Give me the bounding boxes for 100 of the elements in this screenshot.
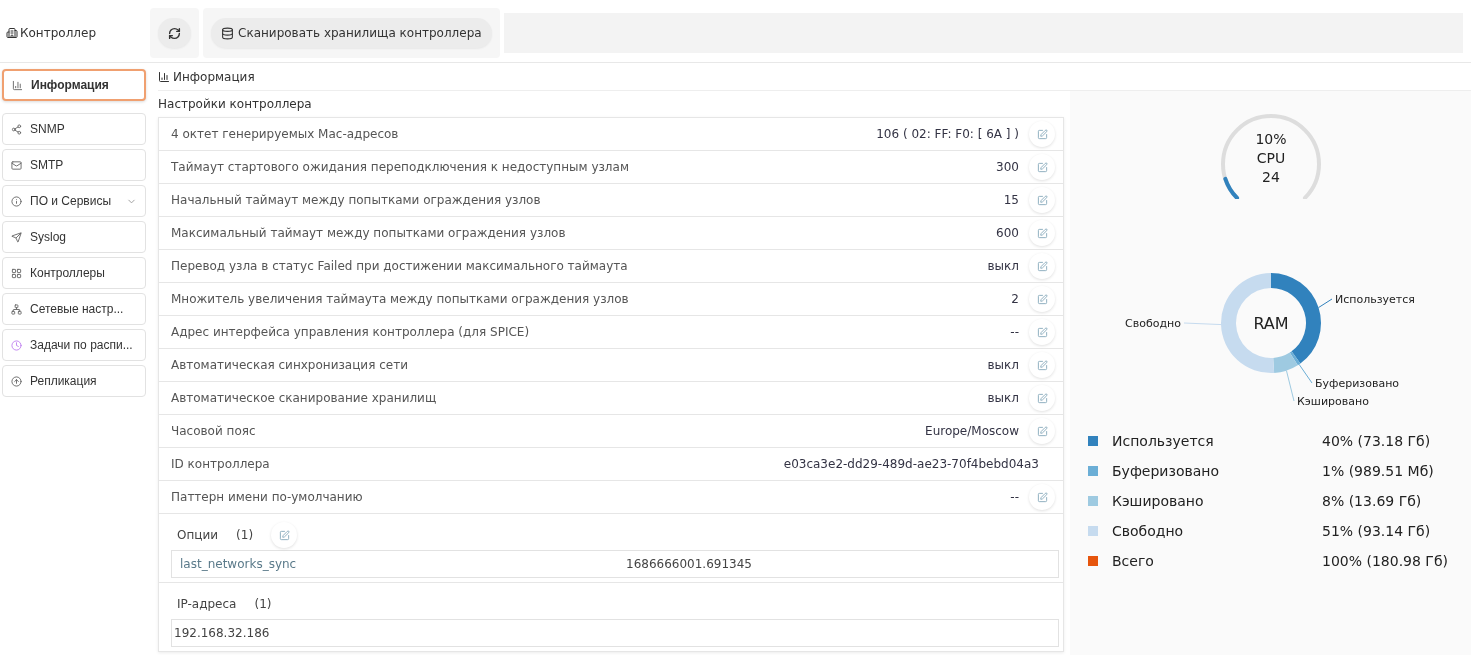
setting-label: Автоматическая синхронизация сети bbox=[171, 358, 409, 372]
refresh-button[interactable] bbox=[158, 18, 191, 48]
refresh-icon bbox=[168, 26, 181, 40]
legend-label: Буферизовано bbox=[1112, 463, 1221, 479]
building-icon bbox=[6, 27, 18, 39]
envelope-icon bbox=[11, 159, 22, 171]
setting-label: Адрес интерфейса управления контроллера (для SPICE) bbox=[171, 325, 531, 339]
sidebar-item[interactable]: Информация bbox=[2, 69, 146, 101]
setting-label: Перевод узла в статус Failed при достижении максимального таймаута bbox=[171, 259, 629, 273]
setting-value: выкл bbox=[987, 358, 1019, 372]
bar-chart-icon bbox=[158, 70, 170, 83]
cpu-label: CPU bbox=[1256, 150, 1285, 166]
options-title: Опции bbox=[177, 528, 219, 542]
edit-button[interactable] bbox=[1029, 121, 1055, 147]
edit-icon bbox=[1036, 392, 1048, 404]
bar-chart-icon bbox=[12, 79, 23, 91]
leader-line bbox=[1317, 298, 1332, 309]
edit-icon bbox=[1036, 194, 1048, 206]
setting-label: Автоматическое сканирование хранилищ bbox=[171, 391, 438, 405]
edit-icon bbox=[1036, 128, 1048, 140]
info-icon bbox=[11, 195, 22, 207]
setting-label: Часовой пояс bbox=[171, 424, 257, 438]
sidebar-item[interactable]: Задачи по распи... bbox=[2, 329, 146, 361]
edit-button[interactable] bbox=[271, 522, 298, 548]
ip-title: IP-адреса bbox=[177, 597, 237, 611]
setting-value: 600 bbox=[996, 226, 1019, 240]
leader-line bbox=[1285, 370, 1294, 402]
legend-value: 100% (180.98 Гб) bbox=[1322, 553, 1449, 569]
donut-label: Буферизовано bbox=[1314, 377, 1399, 390]
legend-value: 40% (73.18 Гб) bbox=[1322, 433, 1432, 449]
sidebar-item[interactable]: SNMP bbox=[2, 113, 146, 145]
legend-label: Свободно bbox=[1112, 523, 1185, 539]
edit-button[interactable] bbox=[1029, 187, 1055, 213]
leader-line bbox=[1298, 363, 1312, 384]
options-count: (1) bbox=[236, 528, 254, 542]
settings-heading: Настройки контроллера bbox=[158, 96, 313, 113]
setting-label: ID контроллера bbox=[171, 457, 271, 471]
cpu-percent: 10% bbox=[1254, 131, 1287, 147]
setting-value: 300 bbox=[996, 160, 1019, 174]
legend-value: 8% (13.69 Гб) bbox=[1322, 493, 1423, 509]
ram-label: RAM bbox=[1252, 314, 1289, 333]
edit-icon bbox=[278, 529, 290, 541]
option-value: 1686666001.691345 bbox=[626, 557, 752, 571]
page-title: Контроллер bbox=[6, 26, 146, 40]
legend-value: 51% (93.14 Гб) bbox=[1322, 523, 1432, 539]
setting-value: 15 bbox=[1003, 193, 1019, 207]
paper-plane-icon bbox=[11, 231, 22, 243]
setting-value: Europe/Moscow bbox=[925, 424, 1019, 438]
leader-line bbox=[1183, 322, 1221, 326]
donut-label: Кэшировано bbox=[1296, 395, 1369, 408]
setting-label: Начальный таймаут между попытками ограждения узлов bbox=[171, 193, 542, 207]
edit-button[interactable] bbox=[1029, 154, 1055, 180]
setting-label: Множитель увеличения таймаута между попытками ограждения узлов bbox=[171, 292, 630, 306]
network-icon bbox=[11, 303, 22, 315]
edit-button[interactable] bbox=[1029, 418, 1055, 444]
setting-value: выкл bbox=[987, 259, 1019, 273]
edit-icon bbox=[1036, 293, 1048, 305]
setting-label: Максимальный таймаут между попытками ограждения узлов bbox=[171, 226, 567, 240]
ip-count: (1) bbox=[254, 597, 272, 611]
donut-label: Свободно bbox=[1124, 317, 1181, 330]
arrow-up-circle-icon bbox=[11, 375, 22, 387]
setting-value: 106 ( 02: FF: F0: [ 6A ] ) bbox=[876, 127, 1019, 141]
setting-value: e03ca3e2-dd29-489d-ae23-70f4bebd04a3 bbox=[783, 457, 1039, 471]
edit-button[interactable] bbox=[1029, 319, 1055, 345]
edit-button[interactable] bbox=[1029, 484, 1055, 510]
clock-icon bbox=[11, 339, 22, 351]
edit-button[interactable] bbox=[1029, 286, 1055, 312]
sidebar-item[interactable]: ПО и Сервисы bbox=[2, 185, 146, 217]
edit-button[interactable] bbox=[1029, 220, 1055, 246]
option-key: last_networks_sync bbox=[180, 557, 626, 571]
setting-value: -- bbox=[1010, 490, 1019, 504]
edit-icon bbox=[1036, 260, 1048, 272]
share-icon bbox=[11, 123, 22, 135]
edit-icon bbox=[1036, 161, 1048, 173]
legend-label: Кэшировано bbox=[1112, 493, 1205, 509]
grid-icon bbox=[11, 267, 22, 279]
sidebar-item[interactable]: Syslog bbox=[2, 221, 146, 253]
edit-button[interactable] bbox=[1029, 385, 1055, 411]
setting-label: 4 октет генерируемых Mac-адресов bbox=[171, 127, 400, 141]
edit-icon bbox=[1036, 326, 1048, 338]
legend-label: Всего bbox=[1112, 553, 1155, 569]
setting-value: выкл bbox=[987, 391, 1019, 405]
edit-icon bbox=[1036, 359, 1048, 371]
edit-button[interactable] bbox=[1029, 253, 1055, 279]
sidebar-item[interactable]: SMTP bbox=[2, 149, 146, 181]
edit-button[interactable] bbox=[1029, 352, 1055, 378]
edit-icon bbox=[1036, 227, 1048, 239]
edit-icon bbox=[1036, 491, 1048, 503]
scan-storage-button[interactable]: Сканировать хранилища контроллера bbox=[211, 18, 492, 48]
cpu-cores: 24 bbox=[1261, 169, 1280, 185]
setting-value: 2 bbox=[1011, 292, 1019, 306]
edit-icon bbox=[1036, 425, 1048, 437]
legend-label: Используется bbox=[1112, 433, 1215, 449]
legend-value: 1% (989.51 Мб) bbox=[1322, 463, 1435, 479]
sidebar-item[interactable]: Сетевые настр... bbox=[2, 293, 146, 325]
sidebar-item[interactable]: Контроллеры bbox=[2, 257, 146, 289]
setting-label: Таймаут стартового ожидания переподключения к недоступным узлам bbox=[171, 160, 630, 174]
setting-label: Паттерн имени по-умолчанию bbox=[171, 490, 364, 504]
sidebar-item[interactable]: Репликация bbox=[2, 365, 146, 397]
setting-value: -- bbox=[1010, 325, 1019, 339]
